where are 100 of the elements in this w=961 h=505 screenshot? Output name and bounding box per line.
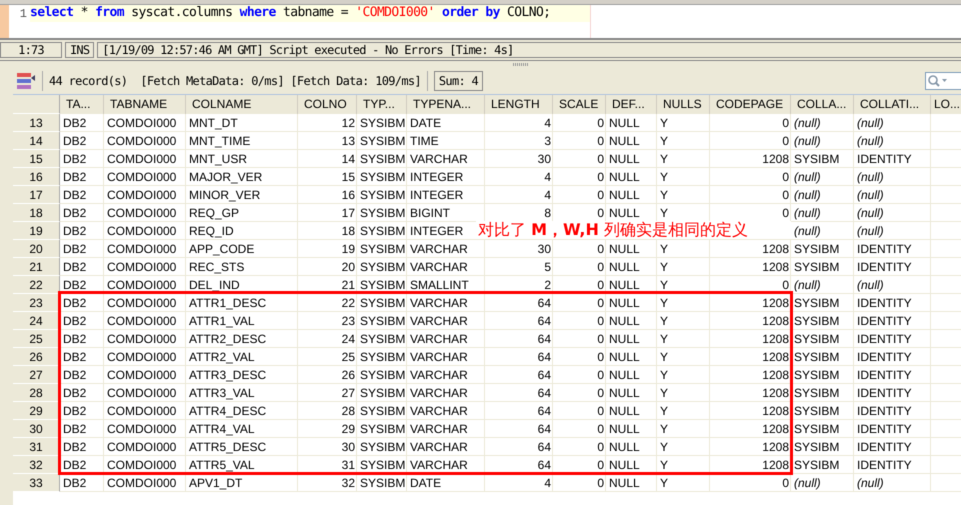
table-cell: SYSIBM: [791, 384, 854, 402]
search-field[interactable]: [925, 72, 961, 90]
column-header[interactable]: COLNO: [298, 95, 357, 114]
table-cell: 17: [298, 204, 357, 222]
row-number: 33: [13, 474, 60, 492]
column-header[interactable]: TYPENA...: [407, 95, 485, 114]
table-cell: DB2: [60, 294, 104, 312]
table-cell: DATE: [407, 114, 485, 132]
table-cell: Y: [657, 240, 710, 258]
table-cell: 1208: [710, 348, 791, 366]
table-cell: 15: [298, 168, 357, 186]
table-cell: COMDOI000: [104, 366, 186, 384]
table-cell: 64: [485, 330, 553, 348]
table-cell: (null): [791, 204, 854, 222]
row-number: 14: [13, 132, 60, 150]
column-header[interactable]: LENGTH: [485, 95, 553, 114]
table-cell: VARCHAR: [407, 420, 485, 438]
table-cell: ATTR1_VAL: [186, 312, 298, 330]
result-grid-icon[interactable]: [16, 72, 36, 90]
table-cell: SYSIBM: [791, 330, 854, 348]
table-cell: 4: [485, 474, 553, 492]
table-cell: 0: [710, 168, 791, 186]
table-cell: Y: [657, 384, 710, 402]
column-header[interactable]: TA...: [60, 95, 104, 114]
table-cell: NULL: [606, 330, 657, 348]
table-cell: COMDOI000: [104, 240, 186, 258]
table-cell: NULL: [606, 420, 657, 438]
table-cell: 64: [485, 456, 553, 474]
table-cell: NULL: [606, 312, 657, 330]
table-cell: 0: [553, 438, 606, 456]
table-cell: VARCHAR: [407, 438, 485, 456]
table-cell: Y: [657, 474, 710, 492]
splitter-grip-icon[interactable]: [512, 63, 528, 66]
table-cell: DB2: [60, 330, 104, 348]
table-cell: 23: [298, 312, 357, 330]
search-icon: [927, 74, 949, 88]
table-cell: COMDOI000: [104, 132, 186, 150]
table-cell: NULL: [606, 474, 657, 492]
table-cell: COMDOI000: [104, 420, 186, 438]
table-cell: NULL: [606, 384, 657, 402]
table-cell: SYSIBM: [357, 258, 407, 276]
table-cell: 0: [553, 474, 606, 492]
row-number: 18: [13, 204, 60, 222]
table-cell: (null): [854, 204, 931, 222]
table-cell: SYSIBM: [357, 420, 407, 438]
insert-mode-indicator: INS: [65, 42, 94, 58]
column-header[interactable]: TYP...: [357, 95, 407, 114]
table-cell: MNT_DT: [186, 114, 298, 132]
table-cell: DB2: [60, 366, 104, 384]
table-cell: 0: [553, 114, 606, 132]
table-cell: 64: [485, 384, 553, 402]
table-cell: 0: [553, 150, 606, 168]
table-cell: Y: [657, 312, 710, 330]
table-cell: 18: [298, 222, 357, 240]
table-cell: 1208: [710, 402, 791, 420]
column-header[interactable]: LO...: [931, 95, 961, 114]
table-cell: ATTR4_VAL: [186, 420, 298, 438]
table-cell: 14: [298, 150, 357, 168]
table-cell: MNT_USR: [186, 150, 298, 168]
table-cell: COMDOI000: [104, 186, 186, 204]
table-cell: 29: [298, 420, 357, 438]
table-cell: NULL: [606, 258, 657, 276]
column-header[interactable]: DEF...: [606, 95, 657, 114]
table-cell: 1208: [710, 384, 791, 402]
table-cell: 19: [298, 240, 357, 258]
table-cell: 24: [298, 330, 357, 348]
table-cell: COMDOI000: [104, 276, 186, 294]
table-cell: COMDOI000: [104, 348, 186, 366]
column-header[interactable]: TABNAME: [104, 95, 186, 114]
table-cell: MINOR_VER: [186, 186, 298, 204]
table-cell: DB2: [60, 258, 104, 276]
table-cell: IDENTITY: [854, 294, 931, 312]
table-cell: SYSIBM: [357, 474, 407, 492]
column-header[interactable]: SCALE: [553, 95, 606, 114]
table-cell: DB2: [60, 438, 104, 456]
column-header[interactable]: COLLATI...: [854, 95, 931, 114]
table-cell: (null): [854, 222, 931, 240]
table-cell: Y: [657, 114, 710, 132]
table-cell: DB2: [60, 186, 104, 204]
sql-editor[interactable]: 1 select * from syscat.columns where tabname = 'COMDOI000' order by COLNO;: [0, 5, 961, 38]
table-cell: NULL: [606, 132, 657, 150]
table-cell: 1208: [710, 258, 791, 276]
table-cell: 0: [710, 276, 791, 294]
table-cell: REC_STS: [186, 258, 298, 276]
row-number: 16: [13, 168, 60, 186]
table-cell: MNT_TIME: [186, 132, 298, 150]
table-cell: 0: [553, 384, 606, 402]
table-cell: DB2: [60, 276, 104, 294]
table-cell: NULL: [606, 438, 657, 456]
column-header[interactable]: CODEPAGE: [710, 95, 791, 114]
table-cell: (null): [791, 132, 854, 150]
column-header[interactable]: NULLS: [657, 95, 710, 114]
table-cell: COMDOI000: [104, 114, 186, 132]
column-header[interactable]: COLLA...: [791, 95, 854, 114]
table-cell: Y: [657, 402, 710, 420]
table-cell: ATTR2_VAL: [186, 348, 298, 366]
table-cell: SMALLINT: [407, 276, 485, 294]
table-cell: 25: [298, 348, 357, 366]
column-header[interactable]: COLNAME: [186, 95, 298, 114]
table-cell: 30: [298, 438, 357, 456]
